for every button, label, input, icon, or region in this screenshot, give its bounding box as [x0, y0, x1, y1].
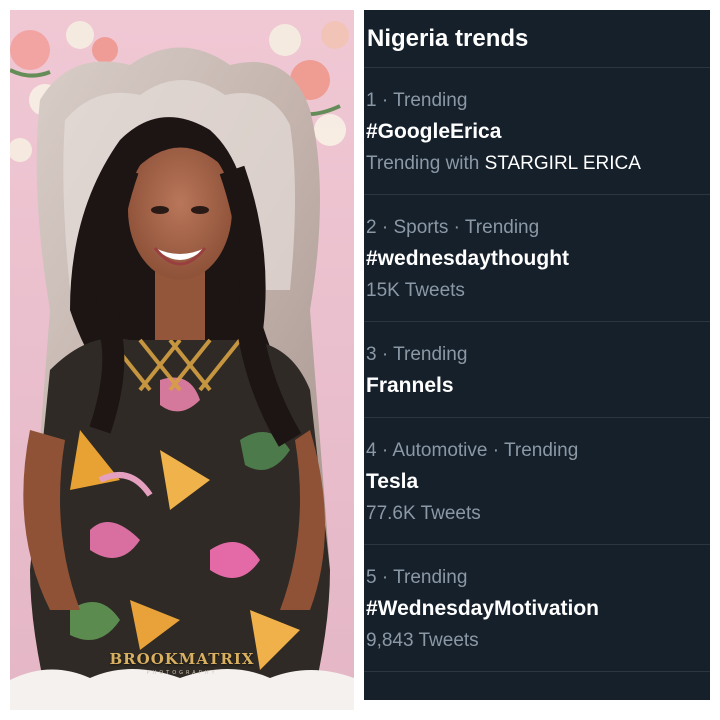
- trend-meta: 2 · Sports · Trending: [366, 217, 540, 238]
- profile-photo: BROOKMATRIX PHOTOGRAPHY: [10, 10, 354, 710]
- trend-tweet-count: 77.6K Tweets: [366, 503, 481, 524]
- trend-tweet-count: 9,843 Tweets: [366, 630, 479, 651]
- panel-title: Nigeria trends: [364, 10, 710, 68]
- photographer-watermark-subtitle: PHOTOGRAPHY: [146, 670, 218, 676]
- trend-context-prefix: Trending with: [366, 153, 485, 174]
- trend-name[interactable]: #WednesdayMotivation: [366, 597, 599, 621]
- trend-tweet-count: 15K Tweets: [366, 280, 465, 301]
- trend-name[interactable]: #wednesdaythought: [366, 247, 569, 271]
- trend-context-highlight[interactable]: STARGIRL ERICA: [485, 153, 641, 174]
- trend-meta: 1 · Trending: [366, 90, 468, 111]
- trend-item-2[interactable]: 2 · Sports · Trending #wednesdaythought …: [364, 195, 710, 322]
- trend-item-1[interactable]: 1 · Trending #GoogleErica Trending with …: [364, 68, 710, 195]
- trend-meta: 5 · Trending: [366, 567, 468, 588]
- trends-panel: Nigeria trends 1 · Trending #GoogleErica…: [364, 10, 710, 700]
- trend-name[interactable]: Tesla: [366, 470, 418, 494]
- trend-item-4[interactable]: 4 · Automotive · Trending Tesla 77.6K Tw…: [364, 418, 710, 545]
- trend-name[interactable]: #GoogleErica: [366, 120, 501, 144]
- trend-context: Trending with STARGIRL ERICA: [366, 153, 641, 175]
- photographer-watermark: BROOKMATRIX: [109, 650, 255, 668]
- portrait-image: [10, 10, 354, 710]
- trend-item-5[interactable]: 5 · Trending #WednesdayMotivation 9,843 …: [364, 545, 710, 672]
- trend-name[interactable]: Frannels: [366, 374, 454, 398]
- trend-meta: 3 · Trending: [366, 344, 468, 365]
- trend-item-3[interactable]: 3 · Trending Frannels: [364, 322, 710, 418]
- trend-meta: 4 · Automotive · Trending: [366, 440, 579, 461]
